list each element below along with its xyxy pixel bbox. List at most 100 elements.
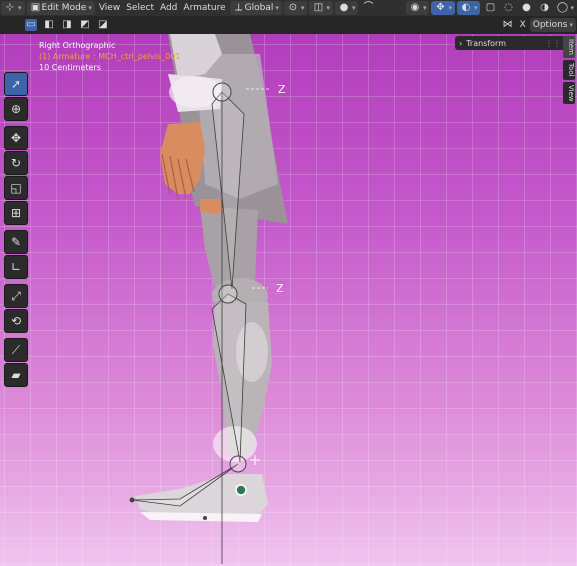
axis-label-1: Z xyxy=(278,83,286,96)
transform-panel-title: Transform xyxy=(466,38,506,48)
select-intersect-icon: ◪ xyxy=(98,19,108,30)
cursor-icon: ⊕ xyxy=(10,102,22,116)
joint-hip[interactable] xyxy=(212,82,232,102)
tool-bone-envelope[interactable]: ⟋ xyxy=(4,338,28,362)
shading-material[interactable]: ◑ xyxy=(535,1,553,15)
joint-knee[interactable] xyxy=(218,284,238,304)
tab-tool[interactable]: Tool xyxy=(563,59,575,80)
axis-label-2: Z xyxy=(276,282,284,295)
3d-cursor-icon xyxy=(250,455,260,465)
object-info: (1) Armature : MCH_ctrl_pelvis_001 xyxy=(39,52,181,61)
tab-view[interactable]: View xyxy=(563,81,575,105)
xray-toggle[interactable]: ▢ xyxy=(481,1,499,15)
edit-mode-icon: ▣ xyxy=(30,2,41,13)
options-dropdown[interactable]: Options ▾ xyxy=(529,18,576,32)
sidebar-tabs: Item Tool View xyxy=(563,36,577,566)
orientation-label: Global xyxy=(244,3,274,13)
shading-rendered[interactable]: ◯ ▾ xyxy=(553,1,577,15)
tool-bone-extrude[interactable]: ⤢ xyxy=(4,284,28,308)
select-extend-icon: ◧ xyxy=(44,19,54,30)
transform-icon: ⊞ xyxy=(10,206,22,220)
visibility-dropdown[interactable]: ◉ ▾ xyxy=(405,1,430,15)
scale-info: 10 Centimeters xyxy=(39,63,101,72)
mirror-icon: ⋈ xyxy=(502,19,513,30)
snap-icon: ◫ xyxy=(313,2,324,13)
select-mode-new[interactable]: ▭ xyxy=(22,18,40,32)
pivot-icon: ⊙ xyxy=(288,2,298,13)
falloff-icon: ⌒ xyxy=(363,2,374,13)
joint-toe[interactable] xyxy=(129,497,135,503)
shoe-logo xyxy=(235,484,247,496)
measure-icon: ∟ xyxy=(10,260,22,274)
solid-icon: ● xyxy=(522,2,531,13)
select-mode-subtract[interactable]: ◨ xyxy=(58,18,76,32)
overlay-icon: ◐ xyxy=(461,2,471,13)
tool-measure[interactable]: ∟ xyxy=(4,255,28,279)
scale-icon: ◱ xyxy=(10,181,22,195)
tool-transform[interactable]: ⊞ xyxy=(4,201,28,225)
bone-size-icon: ▰ xyxy=(11,368,21,382)
select-invert-icon: ◩ xyxy=(80,19,90,30)
tool-move[interactable]: ✥ xyxy=(4,126,28,150)
view-name: Right Orthographic xyxy=(39,41,116,50)
rendered-icon: ◯ xyxy=(556,2,569,13)
proportional-icon: ● xyxy=(339,2,349,13)
tool-settings-bar: ▭ ◧ ◨ ◩ ◪ ⋈ X Options ▾ xyxy=(0,16,577,34)
close-x-button[interactable]: X xyxy=(517,18,529,32)
overlay-toggle[interactable]: ◐ ▾ xyxy=(456,1,481,15)
tool-cursor[interactable]: ⊕ xyxy=(4,97,28,121)
proportional-toggle[interactable]: ● ▾ xyxy=(334,1,359,15)
3d-viewport[interactable]: Z Z ➚ ⊕ ✥ ↻ ◱ ⊞ ✎ ∟ ⤢ ⟲ ⟋ ▰ Right Orthog… xyxy=(0,34,577,566)
snap-dropdown[interactable]: ◫ ▾ xyxy=(309,1,333,15)
shading-solid[interactable]: ● xyxy=(517,1,535,15)
select-mode-invert[interactable]: ◩ xyxy=(76,18,94,32)
bone-roll-icon: ⟲ xyxy=(10,314,22,328)
character-figure: Z Z xyxy=(129,34,288,564)
header-bar: ⊹ ▾ ▣ Edit Mode ▾ View Select Add Armature… xyxy=(0,0,577,16)
select-box-icon: ➚ xyxy=(10,77,22,91)
menu-select[interactable]: Select xyxy=(123,1,157,15)
tool-rotate[interactable]: ↻ xyxy=(4,151,28,175)
viewport-info: Right Orthographic (1) Armature : MCH_ct… xyxy=(39,40,180,73)
menu-armature[interactable]: Armature xyxy=(180,1,228,15)
editor-type-icon: ⊹ xyxy=(5,2,15,13)
tool-bone-size[interactable]: ▰ xyxy=(4,363,28,387)
tool-bone-roll[interactable]: ⟲ xyxy=(4,309,28,333)
shading-wireframe[interactable]: ◌ xyxy=(499,1,517,15)
tool-scale[interactable]: ◱ xyxy=(4,176,28,200)
bone-envelope-icon: ⟋ xyxy=(11,342,21,357)
mode-dropdown[interactable]: ▣ Edit Mode ▾ xyxy=(26,1,95,15)
menu-add[interactable]: Add xyxy=(157,1,180,15)
tab-item[interactable]: Item xyxy=(563,36,575,58)
joint-ankle[interactable] xyxy=(229,455,247,473)
tool-shelf: ➚ ⊕ ✥ ↻ ◱ ⊞ ✎ ∟ ⤢ ⟲ ⟋ ▰ xyxy=(4,72,28,388)
wireframe-icon: ◌ xyxy=(504,2,513,13)
xray-icon: ▢ xyxy=(485,2,496,13)
eye-icon: ◉ xyxy=(410,2,420,13)
drag-handle-icon[interactable]: ⋮⋮ xyxy=(545,39,561,48)
move-icon: ✥ xyxy=(10,131,22,145)
falloff-button[interactable]: ⌒ xyxy=(359,1,377,15)
select-subtract-icon: ◨ xyxy=(62,19,72,30)
mode-label: Edit Mode xyxy=(41,3,87,13)
joint-heel[interactable] xyxy=(203,516,207,520)
orientation-dropdown[interactable]: ⟂ Global ▾ xyxy=(229,1,282,15)
menu-view[interactable]: View xyxy=(96,1,123,15)
rotate-icon: ↻ xyxy=(10,156,22,170)
bone-extrude-icon: ⤢ xyxy=(11,288,21,303)
transform-panel-header[interactable]: › Transform ⋮⋮ xyxy=(455,36,565,50)
select-new-icon: ▭ xyxy=(25,19,37,31)
tool-annotate[interactable]: ✎ xyxy=(4,230,28,254)
chevron-right-icon: › xyxy=(459,38,463,48)
mirror-icon-button[interactable]: ⋈ xyxy=(499,18,517,32)
pivot-dropdown[interactable]: ⊙ ▾ xyxy=(283,1,308,15)
thigh-skin xyxy=(200,199,222,214)
annotate-icon: ✎ xyxy=(10,235,22,249)
editor-type-dropdown[interactable]: ⊹ ▾ xyxy=(1,1,25,15)
gizmo-toggle[interactable]: ✥ ▾ xyxy=(431,1,455,15)
select-mode-extend[interactable]: ◧ xyxy=(40,18,58,32)
select-mode-intersect[interactable]: ◪ xyxy=(94,18,112,32)
options-label: Options xyxy=(532,20,568,30)
material-icon: ◑ xyxy=(540,2,549,13)
tool-select-box[interactable]: ➚ xyxy=(4,72,28,96)
